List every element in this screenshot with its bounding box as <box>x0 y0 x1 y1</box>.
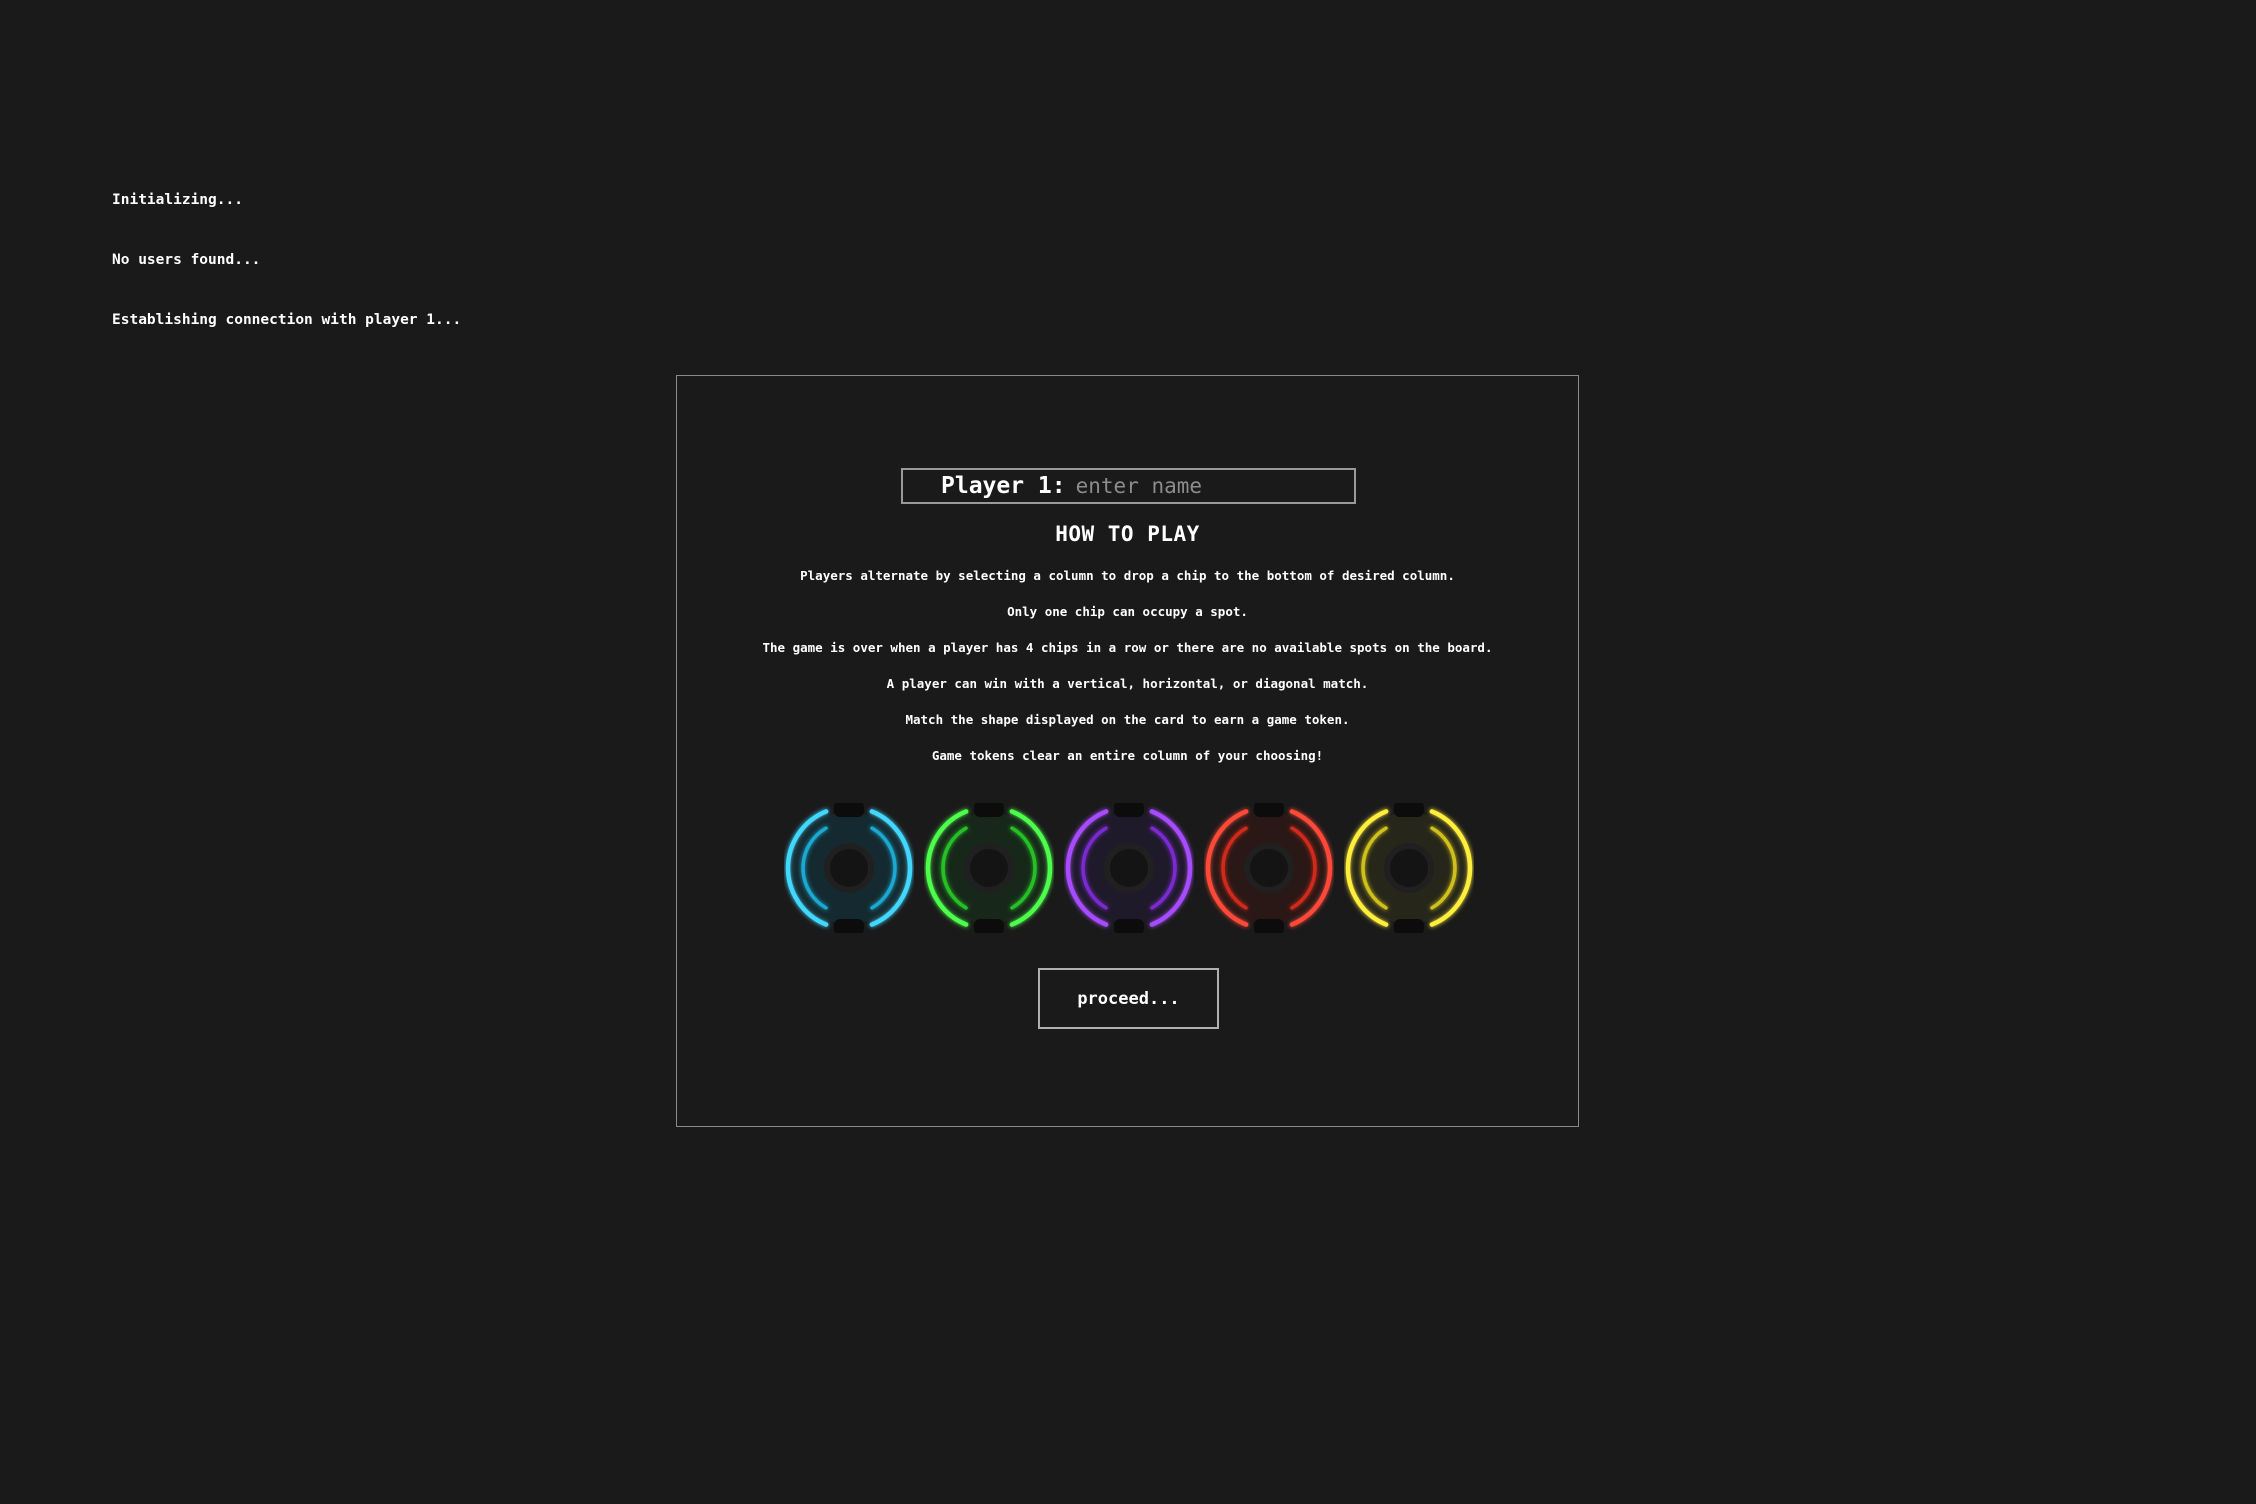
rule-text: Match the shape displayed on the card to… <box>905 712 1350 727</box>
how-to-play-modal: Player 1: HOW TO PLAY Players alternate … <box>676 375 1579 1127</box>
player-name-input[interactable] <box>1065 474 1336 498</box>
player-name-box: Player 1: <box>901 468 1356 504</box>
terminal-line: Initializing... <box>112 192 243 208</box>
yellow-chip <box>1345 803 1473 933</box>
terminal-line: Establishing connection with player 1... <box>112 312 462 328</box>
terminal-line: No users found... <box>112 252 261 268</box>
rule-text: Only one chip can occupy a spot. <box>1007 604 1248 619</box>
chip-color-row <box>784 803 1484 933</box>
rules-list: Players alternate by selecting a column … <box>677 568 1578 784</box>
player-label: Player 1: <box>941 473 1066 499</box>
rule-text: Game tokens clear an entire column of yo… <box>931 748 1324 763</box>
how-to-play-title: HOW TO PLAY <box>1055 522 1200 546</box>
rule-text: Players alternate by selecting a column … <box>800 568 1455 583</box>
green-chip <box>925 803 1053 933</box>
terminal-log: Initializing... No users found... Establ… <box>112 150 461 350</box>
rule-text: The game is over when a player has 4 chi… <box>762 640 1493 655</box>
red-chip <box>1205 803 1333 933</box>
cyan-chip <box>785 803 913 933</box>
rule-text: A player can win with a vertical, horizo… <box>886 676 1369 691</box>
purple-chip <box>1065 803 1193 933</box>
proceed-button[interactable]: proceed... <box>1038 968 1219 1029</box>
